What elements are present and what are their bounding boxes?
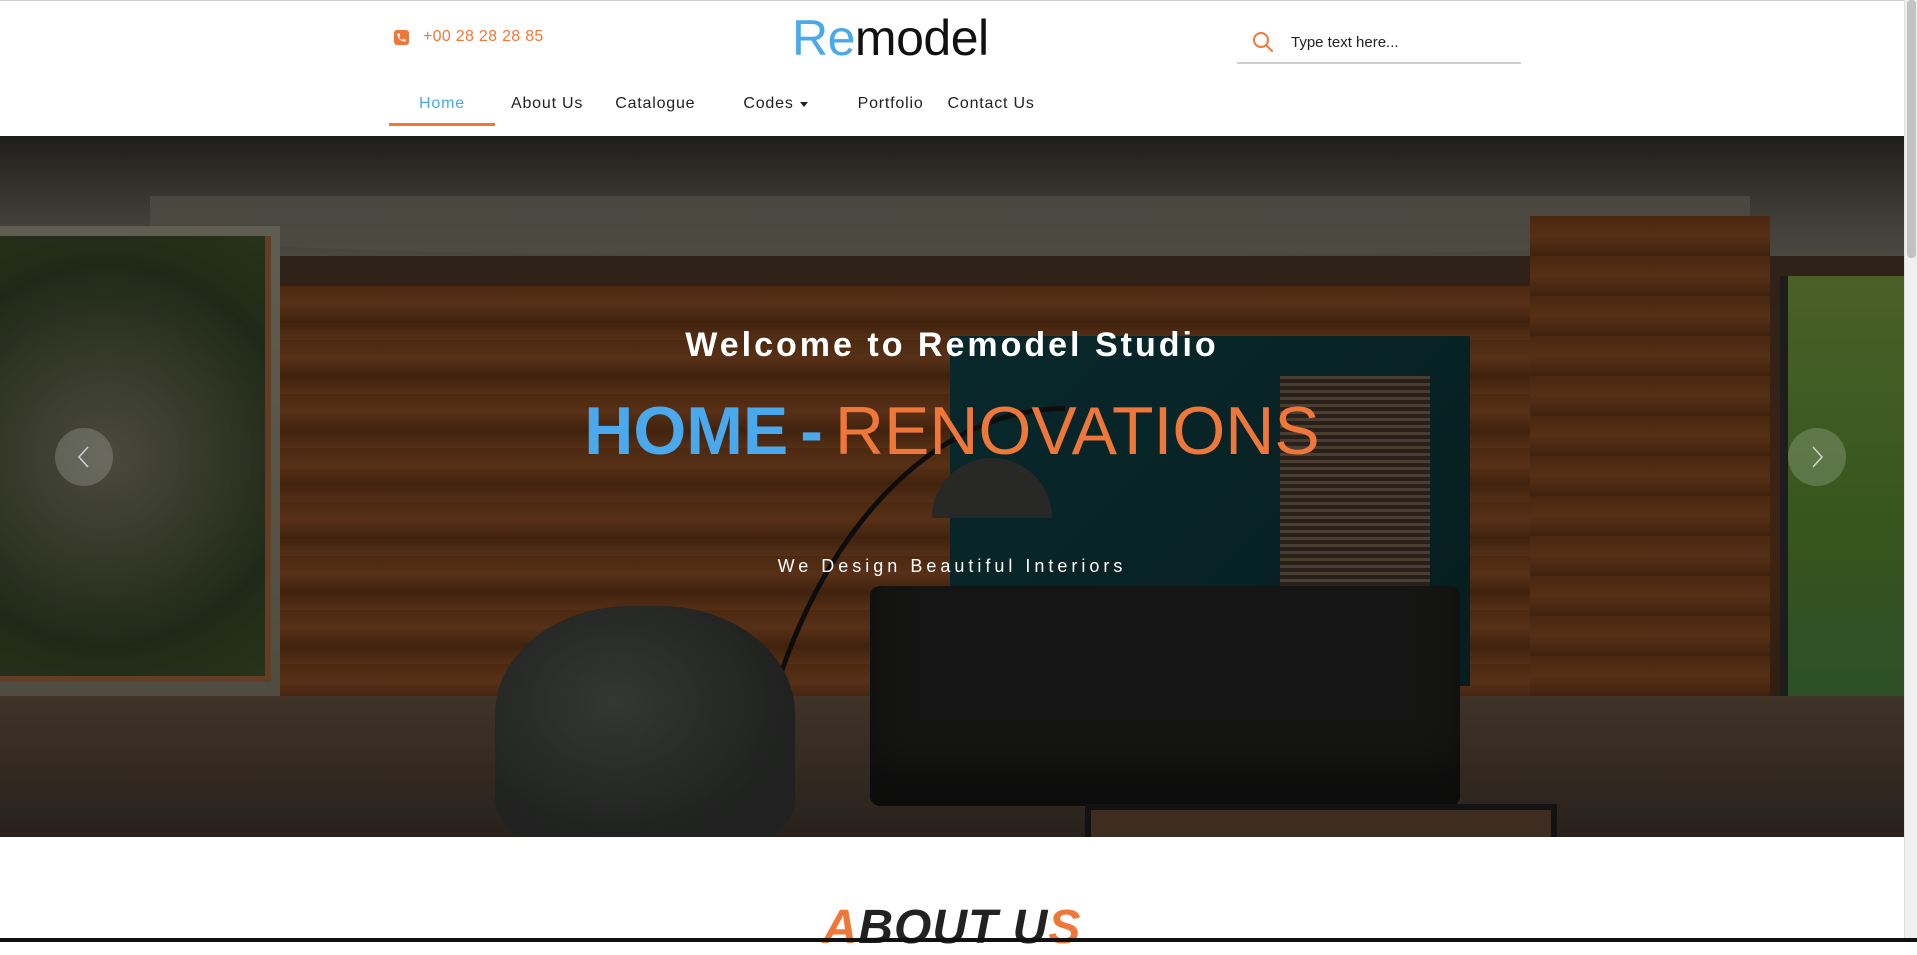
main-nav: Home About Us Catalogue Codes Portfolio … <box>389 84 1047 126</box>
about-heading-last: S <box>1048 901 1082 954</box>
chevron-left-icon <box>77 446 89 468</box>
phone-number: +00 28 28 28 85 <box>423 28 544 45</box>
hero-title-dash: - <box>800 393 823 469</box>
chevron-right-icon <box>1812 446 1824 468</box>
bottom-bar <box>0 938 1917 942</box>
nav-catalogue[interactable]: Catalogue <box>599 84 711 124</box>
carousel-prev-button[interactable] <box>55 428 113 486</box>
hero-subtitle: We Design Beautiful Interiors <box>777 556 1127 576</box>
about-heading-mid: BOUT U <box>858 901 1049 954</box>
hero-title-renovations: RENOVATIONS <box>834 393 1320 469</box>
phone-contact[interactable]: +00 28 28 28 85 <box>394 28 544 46</box>
search-icon[interactable] <box>1251 30 1275 54</box>
nav-portfolio[interactable]: Portfolio <box>838 84 936 124</box>
phone-icon <box>394 29 409 45</box>
hero-overlay <box>0 136 1904 837</box>
hero-carousel: Welcome to Remodel Studio HOME - RENOVATIO… <box>0 136 1904 837</box>
logo-accent: Re <box>792 10 855 66</box>
hero-title: HOME - RENOVATIONS <box>0 391 1904 471</box>
top-border <box>0 0 1917 1</box>
nav-about-us[interactable]: About Us <box>495 84 599 124</box>
nav-codes-label: Codes <box>743 95 794 112</box>
logo[interactable]: Remodel <box>792 8 989 68</box>
nav-home[interactable]: Home <box>389 84 495 126</box>
scrollbar-thumb[interactable] <box>1907 0 1916 258</box>
caret-down-icon <box>799 101 808 107</box>
about-heading: ABOUT US <box>0 900 1904 955</box>
nav-codes[interactable]: Codes <box>711 84 837 124</box>
about-heading-first: A <box>822 901 859 954</box>
nav-contact-us[interactable]: Contact Us <box>936 84 1047 124</box>
page-scrollbar[interactable] <box>1904 0 1917 942</box>
hero-title-home: HOME <box>584 393 789 469</box>
carousel-next-button[interactable] <box>1788 428 1846 486</box>
logo-rest: model <box>854 10 989 66</box>
search-box <box>1237 22 1521 64</box>
search-input[interactable] <box>1289 32 1513 52</box>
hero-welcome: Welcome to Remodel Studio <box>685 326 1219 364</box>
